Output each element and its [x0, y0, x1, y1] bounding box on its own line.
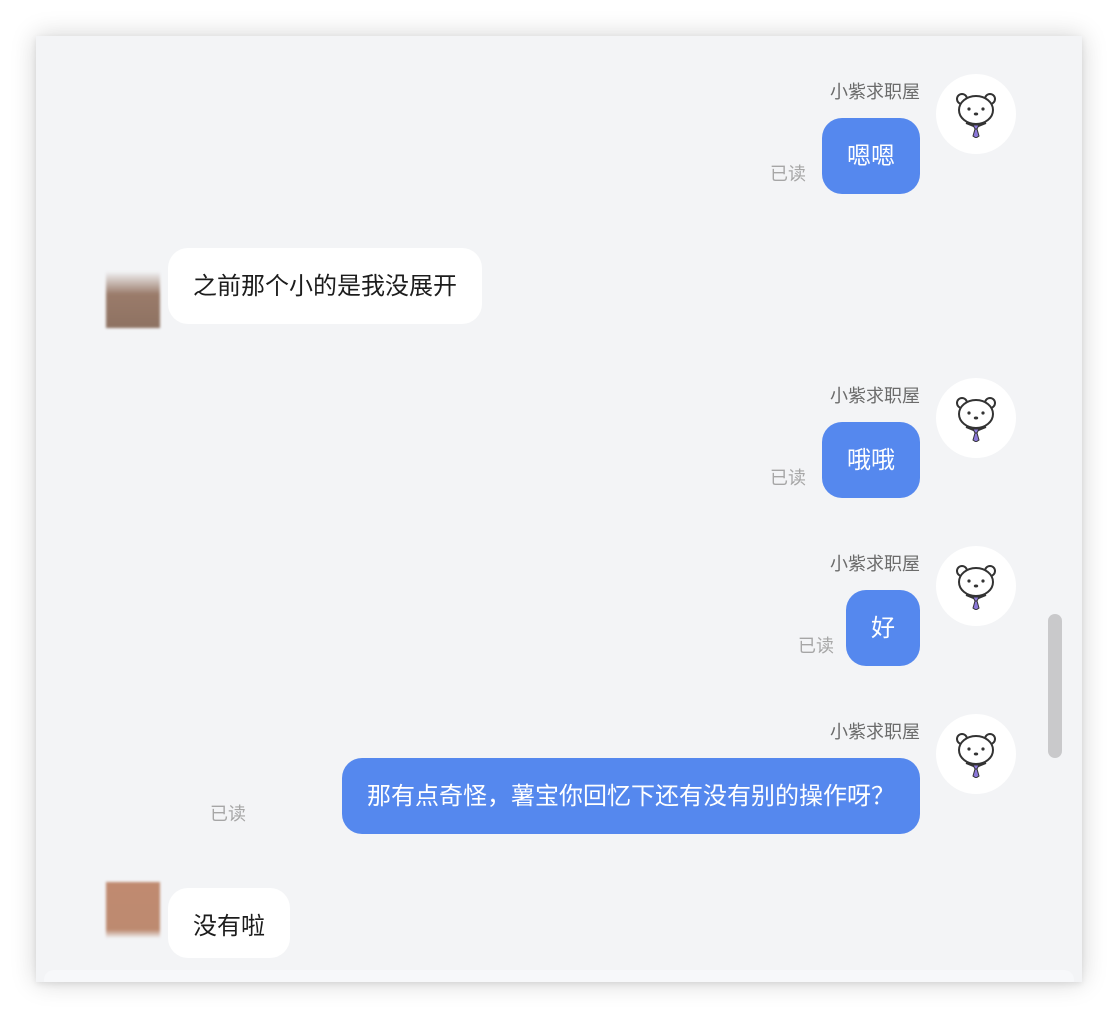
bear-with-tie-icon — [956, 733, 996, 778]
blurred-user-avatar — [106, 272, 160, 328]
message-bubble-outgoing[interactable]: 好 — [846, 590, 920, 666]
read-status: 已读 — [770, 164, 806, 185]
read-status: 已读 — [210, 804, 246, 825]
read-status: 已读 — [770, 468, 806, 489]
message-bubble-outgoing[interactable]: 哦哦 — [822, 422, 920, 498]
chat-window: 小紫求职屋 已读 嗯嗯 之前那个小的是我没展开 小紫求职屋 已读 哦哦 小紫求职… — [36, 36, 1082, 982]
bear-with-tie-icon — [956, 565, 996, 610]
scrollbar[interactable] — [1048, 614, 1064, 758]
other-avatar[interactable] — [106, 272, 160, 328]
message-bubble-outgoing[interactable]: 嗯嗯 — [822, 118, 920, 194]
self-avatar[interactable] — [936, 378, 1016, 458]
self-avatar[interactable] — [936, 74, 1016, 154]
message-list[interactable]: 小紫求职屋 已读 嗯嗯 之前那个小的是我没展开 小紫求职屋 已读 哦哦 小紫求职… — [36, 36, 1082, 982]
message-bubble-incoming[interactable]: 没有啦 — [168, 888, 290, 958]
bear-with-tie-icon — [956, 397, 996, 442]
scrollbar-thumb[interactable] — [1048, 614, 1062, 758]
self-avatar[interactable] — [936, 546, 1016, 626]
sender-name: 小紫求职屋 — [830, 386, 920, 407]
blurred-user-avatar — [106, 882, 160, 938]
input-area-edge[interactable] — [44, 970, 1074, 982]
sender-name: 小紫求职屋 — [830, 722, 920, 743]
bear-with-tie-icon — [956, 93, 996, 138]
self-avatar[interactable] — [936, 714, 1016, 794]
sender-name: 小紫求职屋 — [830, 554, 920, 575]
message-bubble-outgoing[interactable]: 那有点奇怪，薯宝你回忆下还有没有别的操作呀？ — [342, 758, 920, 834]
sender-name: 小紫求职屋 — [830, 82, 920, 103]
other-avatar[interactable] — [106, 882, 160, 938]
message-bubble-incoming[interactable]: 之前那个小的是我没展开 — [168, 248, 482, 324]
read-status: 已读 — [798, 636, 834, 657]
